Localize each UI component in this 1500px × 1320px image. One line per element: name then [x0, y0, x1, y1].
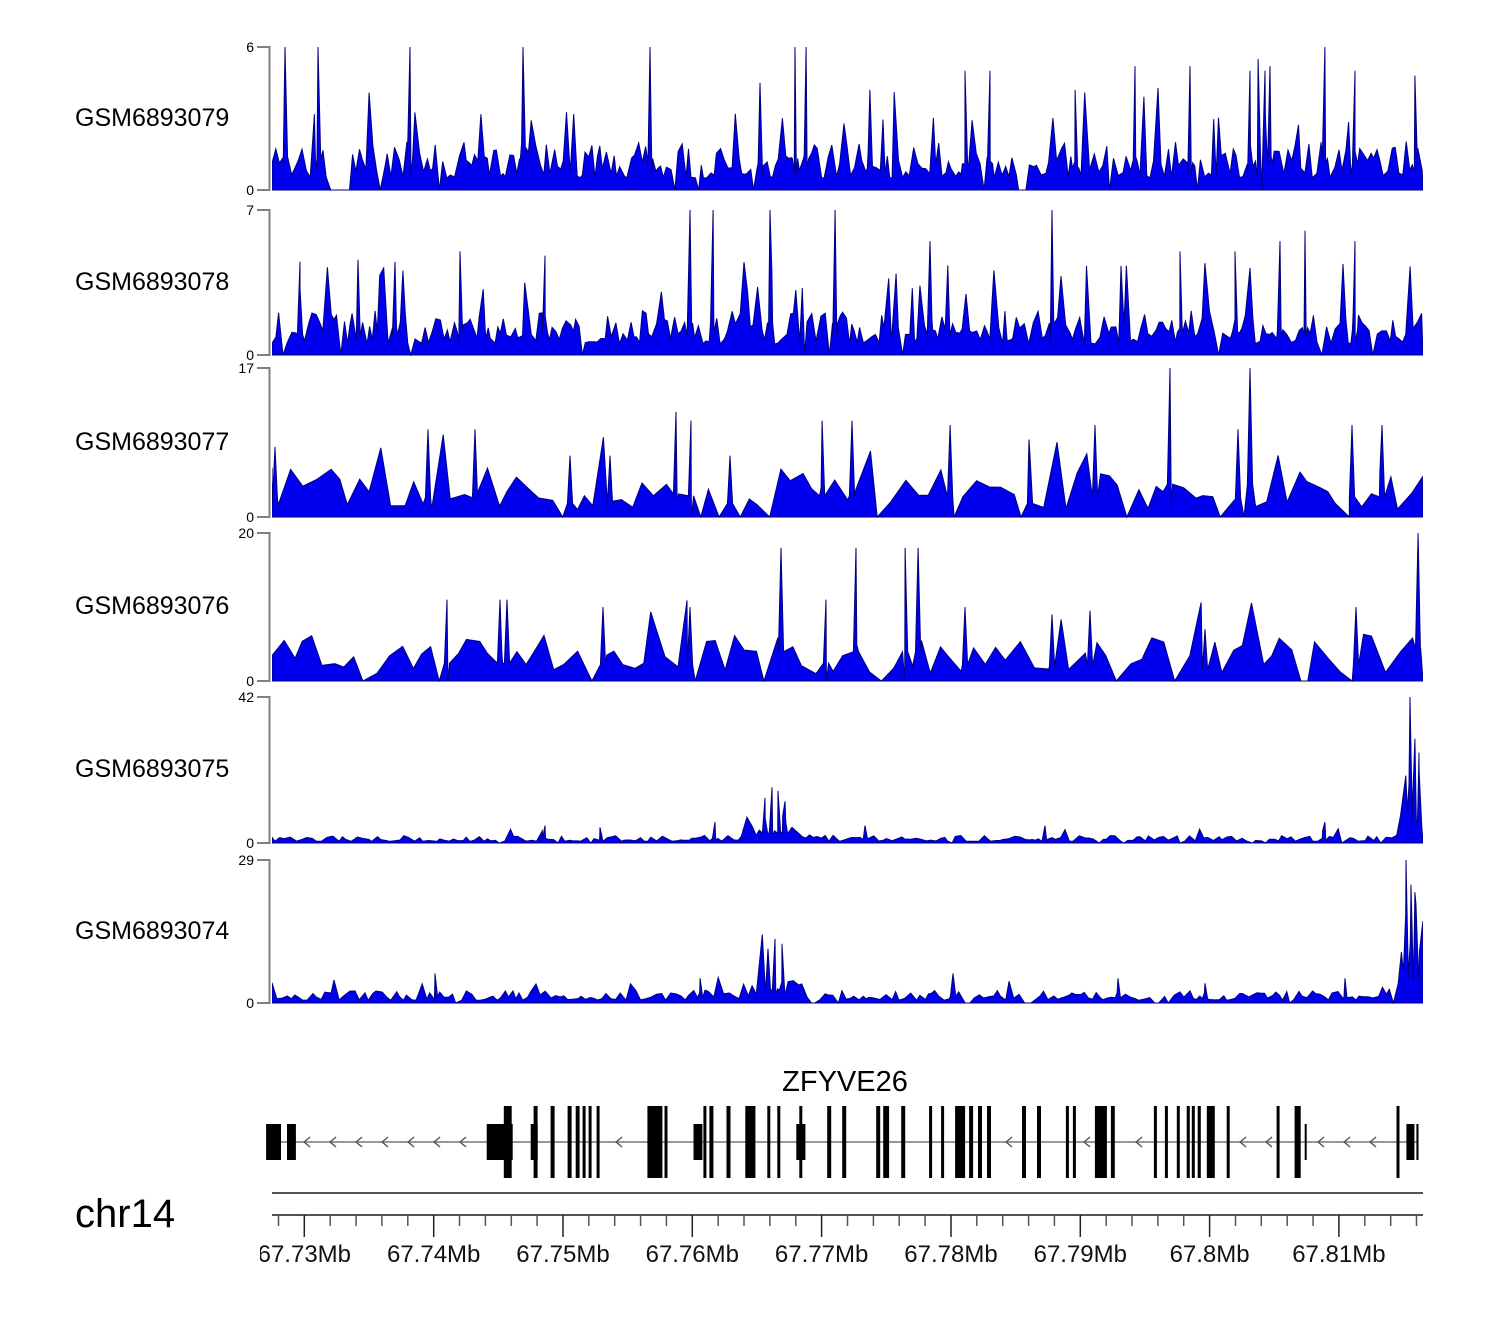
exon: [1154, 1106, 1157, 1178]
coverage-signal: [272, 368, 1423, 518]
coverage-signal: [272, 697, 1423, 844]
exon: [576, 1106, 580, 1178]
y-axis-bracket: [248, 695, 272, 845]
axis-tick-label: 67.73Mb: [260, 1241, 351, 1268]
exon: [1295, 1106, 1301, 1178]
exon: [551, 1106, 555, 1178]
axis-tick-label: 67.81Mb: [1292, 1241, 1385, 1268]
exon: [883, 1106, 889, 1178]
genome-axis-svg: 67.73Mb 67.74Mb 67.75Mb 67.76Mb 67.77Mb 67.78…: [260, 1185, 1460, 1285]
track-label: GSM6893077: [75, 428, 229, 457]
exon: [1111, 1106, 1115, 1178]
exon: [1022, 1106, 1026, 1178]
exon: [1227, 1106, 1230, 1178]
track-label: GSM6893079: [75, 104, 229, 133]
exon: [287, 1124, 296, 1160]
axis-tick-label: 67.74Mb: [387, 1241, 480, 1268]
exon: [876, 1106, 880, 1178]
y-axis-bracket: [248, 45, 272, 192]
exon: [583, 1106, 586, 1178]
exon: [1305, 1124, 1307, 1160]
axis-tick-label: 67.76Mb: [646, 1241, 739, 1268]
coverage-signal: [272, 860, 1423, 1004]
exon: [1037, 1106, 1041, 1178]
exon: [647, 1106, 662, 1178]
y-axis-bracket: [248, 858, 272, 1005]
exon: [799, 1106, 802, 1178]
track-label: GSM6893074: [75, 917, 229, 946]
exon: [842, 1106, 846, 1178]
y-axis-bracket: [248, 531, 272, 683]
exon: [1207, 1106, 1215, 1178]
exon: [1066, 1106, 1069, 1178]
exon: [568, 1106, 572, 1178]
exon: [777, 1106, 780, 1178]
exon: [1187, 1106, 1190, 1178]
exon: [901, 1106, 905, 1178]
axis-tick-label: 67.78Mb: [904, 1241, 997, 1268]
gene-name-label: ZFYVE26: [695, 1066, 995, 1099]
exon: [703, 1106, 706, 1178]
y-axis-bracket: [248, 208, 272, 357]
exon: [767, 1106, 770, 1178]
exon: [1406, 1124, 1414, 1160]
exon: [709, 1106, 713, 1178]
exon: [987, 1106, 991, 1178]
exon: [1073, 1106, 1076, 1178]
exon: [969, 1106, 973, 1178]
chromosome-label: chr14: [75, 1192, 175, 1237]
axis-tick-label: 67.75Mb: [516, 1241, 609, 1268]
axis-tick-label: 67.8Mb: [1170, 1241, 1250, 1268]
exon: [978, 1106, 982, 1178]
exon: [929, 1106, 932, 1178]
exon: [1177, 1106, 1180, 1178]
exon: [694, 1124, 703, 1160]
track-label: GSM6893076: [75, 592, 229, 621]
exon: [827, 1106, 831, 1178]
axis-tick-label: 67.77Mb: [775, 1241, 868, 1268]
exon: [1416, 1124, 1418, 1160]
exon: [1397, 1106, 1400, 1178]
exon: [727, 1106, 731, 1178]
exon: [504, 1106, 512, 1178]
exon: [941, 1106, 944, 1178]
track-label: GSM6893075: [75, 755, 229, 784]
y-axis-bracket: [248, 366, 272, 519]
exon: [266, 1124, 281, 1160]
gene-structure-svg: [260, 1095, 1430, 1185]
coverage-signal: [272, 210, 1423, 356]
exon: [597, 1106, 600, 1178]
coverage-signal: [272, 47, 1423, 191]
axis-tick-label: 67.79Mb: [1034, 1241, 1127, 1268]
exon: [955, 1106, 965, 1178]
exon: [589, 1106, 592, 1178]
exon: [1165, 1106, 1168, 1178]
exon: [745, 1106, 755, 1178]
exon: [1192, 1106, 1195, 1178]
coverage-plot: GSM689307960GSM689307870GSM6893077170GSM…: [0, 0, 1500, 1320]
coverage-signal: [272, 533, 1423, 682]
exon: [1095, 1106, 1107, 1178]
exon: [534, 1106, 538, 1178]
exon: [1198, 1106, 1201, 1178]
track-label: GSM6893078: [75, 268, 229, 297]
exon: [1277, 1106, 1280, 1178]
exon: [665, 1106, 668, 1178]
